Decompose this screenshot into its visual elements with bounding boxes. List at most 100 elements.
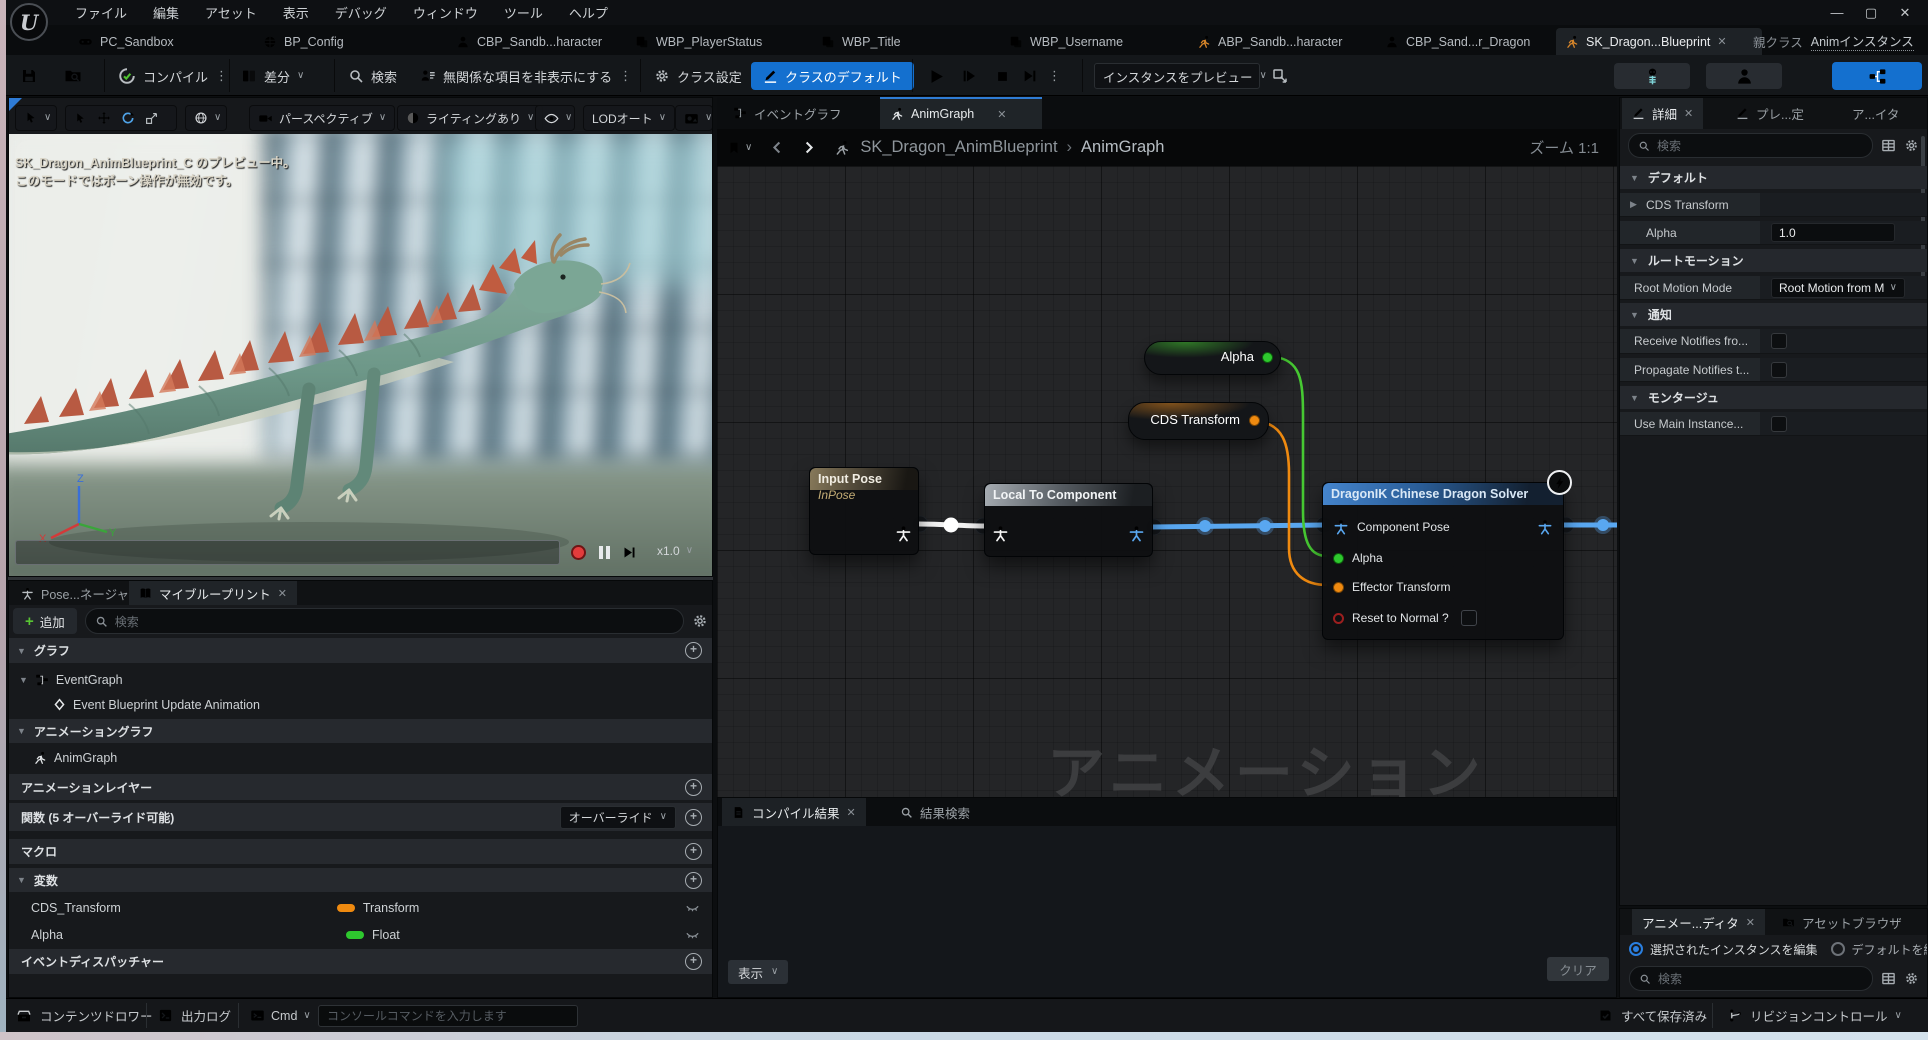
rotate-tool-icon[interactable] xyxy=(121,111,135,125)
close-icon[interactable]: ✕ xyxy=(278,587,287,600)
find-button[interactable]: 検索 xyxy=(348,63,397,89)
asset-tab-pc-sandbox[interactable]: PC_Sandbox xyxy=(69,28,183,55)
section-macros[interactable]: マクロ + xyxy=(9,839,712,864)
stop-button[interactable] xyxy=(995,63,1010,89)
close-button[interactable]: ✕ xyxy=(1888,5,1922,21)
anim-preview-search-input[interactable]: 検索 xyxy=(1629,966,1873,991)
class-settings-button[interactable]: クラス設定 xyxy=(654,63,742,89)
content-drawer-button[interactable]: コンテンツドロワー xyxy=(16,999,153,1032)
add-function-icon[interactable]: + xyxy=(685,809,702,826)
asset-tab-wbp-title[interactable]: WBP_Title xyxy=(812,28,910,55)
section-notifies[interactable]: ▼ 通知 xyxy=(1620,303,1927,326)
edit-defaults-radio[interactable] xyxy=(1831,942,1845,956)
scale-tool-icon[interactable] xyxy=(145,112,158,125)
display-filter-grid-icon[interactable] xyxy=(1881,138,1896,153)
mesh-mode-button[interactable] xyxy=(1706,63,1782,89)
menu-edit[interactable]: 編集 xyxy=(140,3,192,22)
close-icon[interactable]: ✕ xyxy=(1684,107,1693,120)
node-input-pose[interactable]: Input Pose InPose xyxy=(809,467,919,555)
pin-float-output[interactable] xyxy=(1262,352,1273,363)
panel-settings-gear-icon[interactable] xyxy=(692,613,708,629)
pin-transform-output[interactable] xyxy=(1249,415,1260,426)
coordinate-space-toggle[interactable]: ∨ xyxy=(185,105,227,131)
show-flags-dropdown[interactable]: ∨ xyxy=(535,105,575,131)
node-local-to-component[interactable]: Local To Component xyxy=(984,483,1153,557)
tab-asset-editor[interactable]: ア...イタ xyxy=(1842,98,1909,129)
pause-button[interactable] xyxy=(599,546,610,559)
asset-tab-abp-sandbox-character[interactable]: ABP_Sandb...haracter xyxy=(1188,28,1351,55)
section-functions[interactable]: 関数 (5 オーバーライド可能) オーバーライド ∨ + xyxy=(9,803,712,831)
tree-row-eventgraph[interactable]: ▼ EventGraph xyxy=(9,668,712,691)
record-button[interactable] xyxy=(571,545,586,560)
close-icon[interactable]: ✕ xyxy=(997,108,1006,121)
skeleton-mode-button[interactable] xyxy=(1614,63,1690,89)
step-forward-button[interactable] xyxy=(622,545,637,560)
section-root-motion[interactable]: ▼ ルートモーション xyxy=(1620,249,1927,272)
frame-skip-button[interactable] xyxy=(961,63,977,89)
tab-preview-settings[interactable]: プレ...定 xyxy=(1726,98,1814,129)
edit-selected-instance-radio[interactable] xyxy=(1629,942,1643,956)
close-icon[interactable]: ✕ xyxy=(847,806,856,819)
display-filter-grid-icon[interactable] xyxy=(1881,971,1896,986)
variable-row-alpha[interactable]: Alpha Float xyxy=(9,923,712,946)
section-animation-graphs[interactable]: ▼ アニメーショングラフ xyxy=(9,719,712,743)
eye-closed-icon[interactable] xyxy=(685,927,700,942)
tab-anim-preview-editor[interactable]: アニメー...ディタ ✕ xyxy=(1632,909,1765,935)
minimize-button[interactable]: — xyxy=(1820,5,1854,20)
add-macro-icon[interactable]: + xyxy=(685,843,702,860)
root-motion-mode-dropdown[interactable]: Root Motion from M ∨ xyxy=(1771,278,1905,298)
tab-anim-graph[interactable]: AnimGraph ✕ xyxy=(880,97,1042,129)
console-command-input[interactable]: コンソールコマンドを入力します xyxy=(318,999,578,1032)
asset-tab-cbp-sandbox-character[interactable]: CBP_Sandb...haracter xyxy=(447,28,611,55)
preview-instance-dropdown[interactable]: インスタンスをプレビュー ∨ xyxy=(1094,63,1260,89)
asset-tab-wbp-username[interactable]: WBP_Username xyxy=(1000,28,1132,55)
menu-file[interactable]: ファイル xyxy=(62,3,140,22)
menu-tools[interactable]: ツール xyxy=(491,3,556,22)
perspective-dropdown[interactable]: パースペクティブ∨ xyxy=(249,105,395,131)
asset-tab-cbp-sandbox-dragon[interactable]: CBP_Sand...r_Dragon xyxy=(1376,28,1539,55)
tab-event-graph[interactable]: イベントグラフ xyxy=(723,97,852,129)
node-cds-transform-variable[interactable]: CDS Transform xyxy=(1128,402,1269,440)
nav-forward-icon[interactable] xyxy=(801,140,816,155)
section-event-dispatchers[interactable]: イベントディスパッチャー + xyxy=(9,949,712,974)
cmd-dropdown[interactable]: Cmd ∨ xyxy=(250,999,311,1032)
diff-button[interactable]: 差分 ∨ xyxy=(241,63,304,89)
save-button[interactable] xyxy=(20,63,38,89)
view-mode-dropdown[interactable]: ライティングあり∨ xyxy=(397,105,543,131)
nav-back-icon[interactable] xyxy=(770,140,785,155)
pin-component-pose-input[interactable] xyxy=(1333,519,1349,535)
pin-effector-transform-input[interactable] xyxy=(1333,582,1344,593)
unreal-logo[interactable]: U xyxy=(10,3,48,41)
add-anim-layer-icon[interactable]: + xyxy=(685,779,702,796)
browse-asset-button[interactable] xyxy=(64,63,82,89)
preview-viewport[interactable]: SK_Dragon_AnimBlueprint_C のプレビュー中。 このモード… xyxy=(8,97,713,577)
bookmarks-dropdown[interactable]: ∨ xyxy=(727,141,752,155)
eye-closed-icon[interactable] xyxy=(685,900,700,915)
section-montage[interactable]: ▼ モンタージュ xyxy=(1620,386,1927,409)
pin-component-pose-output[interactable] xyxy=(1537,519,1553,535)
all-saved-button[interactable]: すべて保存済み xyxy=(1598,999,1707,1032)
animgraph-canvas[interactable]: アニメーション Alpha xyxy=(717,166,1617,797)
menu-asset[interactable]: アセット xyxy=(192,3,270,22)
compile-button[interactable]: コンパイル ⋮ xyxy=(118,63,228,89)
play-button[interactable] xyxy=(928,63,945,89)
propagate-notifies-checkbox[interactable] xyxy=(1771,362,1787,378)
add-graph-icon[interactable]: + xyxy=(685,642,702,659)
pin-reset-to-normal-input[interactable] xyxy=(1333,613,1344,624)
class-defaults-button[interactable]: クラスのデフォルト xyxy=(751,62,914,90)
breadcrumb-root[interactable]: SK_Dragon_AnimBlueprint xyxy=(860,138,1057,157)
breadcrumb-current[interactable]: AnimGraph xyxy=(1081,138,1164,157)
anim-preview-gear-icon[interactable] xyxy=(1904,971,1919,986)
menu-help[interactable]: ヘルプ xyxy=(556,3,621,22)
node-dragonik-solver[interactable]: DragonIK Chinese Dragon Solver Component… xyxy=(1322,482,1564,640)
section-default[interactable]: ▼ デフォルト xyxy=(1620,166,1927,189)
blueprint-mode-button[interactable] xyxy=(1832,62,1922,90)
play-options-icon[interactable]: ⋮ xyxy=(1048,63,1061,89)
viewport-scene[interactable]: SK_Dragon_AnimBlueprint_C のプレビュー中。 このモード… xyxy=(9,134,713,577)
hide-unrelated-options-icon[interactable]: ⋮ xyxy=(619,68,632,84)
tab-compile-results[interactable]: コンパイル結果 ✕ xyxy=(722,798,866,826)
skip-to-end-button[interactable] xyxy=(1022,63,1038,89)
pin-pose-input[interactable] xyxy=(992,525,1009,542)
show-filter-dropdown[interactable]: 表示 ∨ xyxy=(728,960,788,984)
compile-options-icon[interactable]: ⋮ xyxy=(215,68,228,84)
